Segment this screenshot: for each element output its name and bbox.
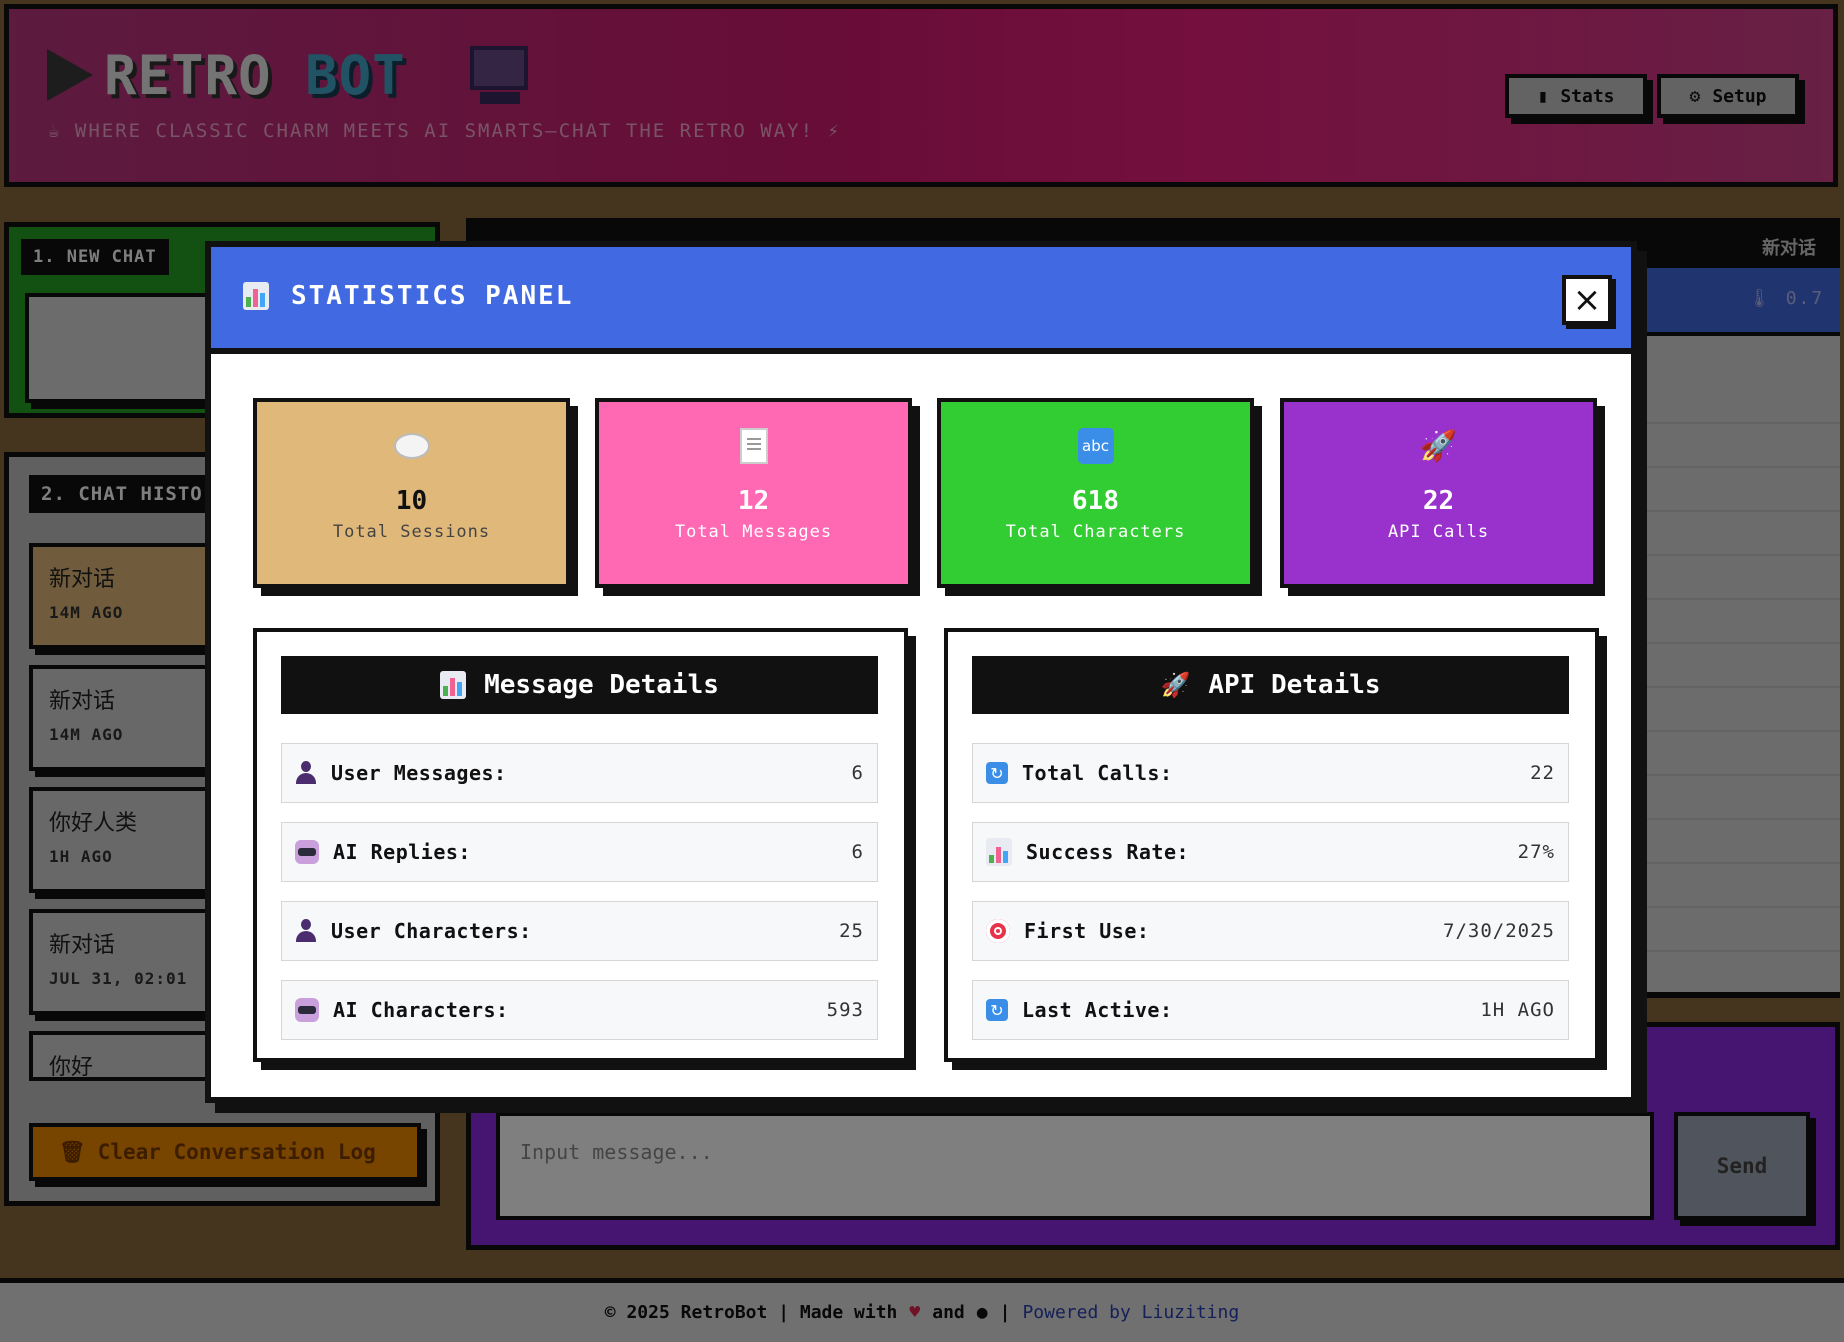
api-details-title: 🚀 API Details [972,656,1569,714]
message-details-panel: Message Details User Messages: 6 AI Repl… [253,628,908,1062]
detail-row: ↻ Last Active: 1H AGO [972,980,1569,1040]
rocket-icon: 🚀 [1419,428,1458,464]
modal-title: STATISTICS PANEL [243,281,573,311]
bar-chart-icon [440,671,467,699]
detail-row: AI Characters: 593 [281,980,878,1040]
detail-row: User Characters: 25 [281,901,878,961]
api-details-panel: 🚀 API Details ↻ Total Calls: 22 Success … [944,628,1599,1062]
rocket-icon: 🚀 [1160,671,1191,699]
detail-row: Success Rate: 27% [972,822,1569,882]
statistics-modal: STATISTICS PANEL × 10 Total Sessions 12 … [205,241,1637,1103]
speech-bubble-icon [393,433,430,459]
bar-chart-icon [243,282,269,310]
detail-row: ↻ Total Calls: 22 [972,743,1569,803]
modal-header: STATISTICS PANEL × [211,247,1631,354]
detail-row: AI Replies: 6 [281,822,878,882]
robot-icon [295,998,319,1022]
bar-chart-icon [986,838,1012,866]
user-icon [295,919,317,943]
stat-card-api-calls: 🚀 22 API Calls [1280,398,1597,588]
detail-row: User Messages: 6 [281,743,878,803]
stat-card-sessions: 10 Total Sessions [253,398,570,588]
abc-icon: abc [1077,428,1114,464]
stat-card-messages: 12 Total Messages [595,398,912,588]
detail-row: First Use: 7/30/2025 [972,901,1569,961]
target-icon [986,919,1010,943]
stat-card-characters: abc 618 Total Characters [937,398,1254,588]
refresh-icon: ↻ [986,999,1008,1021]
user-icon [295,761,317,785]
robot-icon [295,840,319,864]
message-details-title: Message Details [281,656,878,714]
memo-icon [739,428,768,464]
refresh-icon: ↻ [986,762,1008,784]
close-button[interactable]: × [1562,275,1612,325]
